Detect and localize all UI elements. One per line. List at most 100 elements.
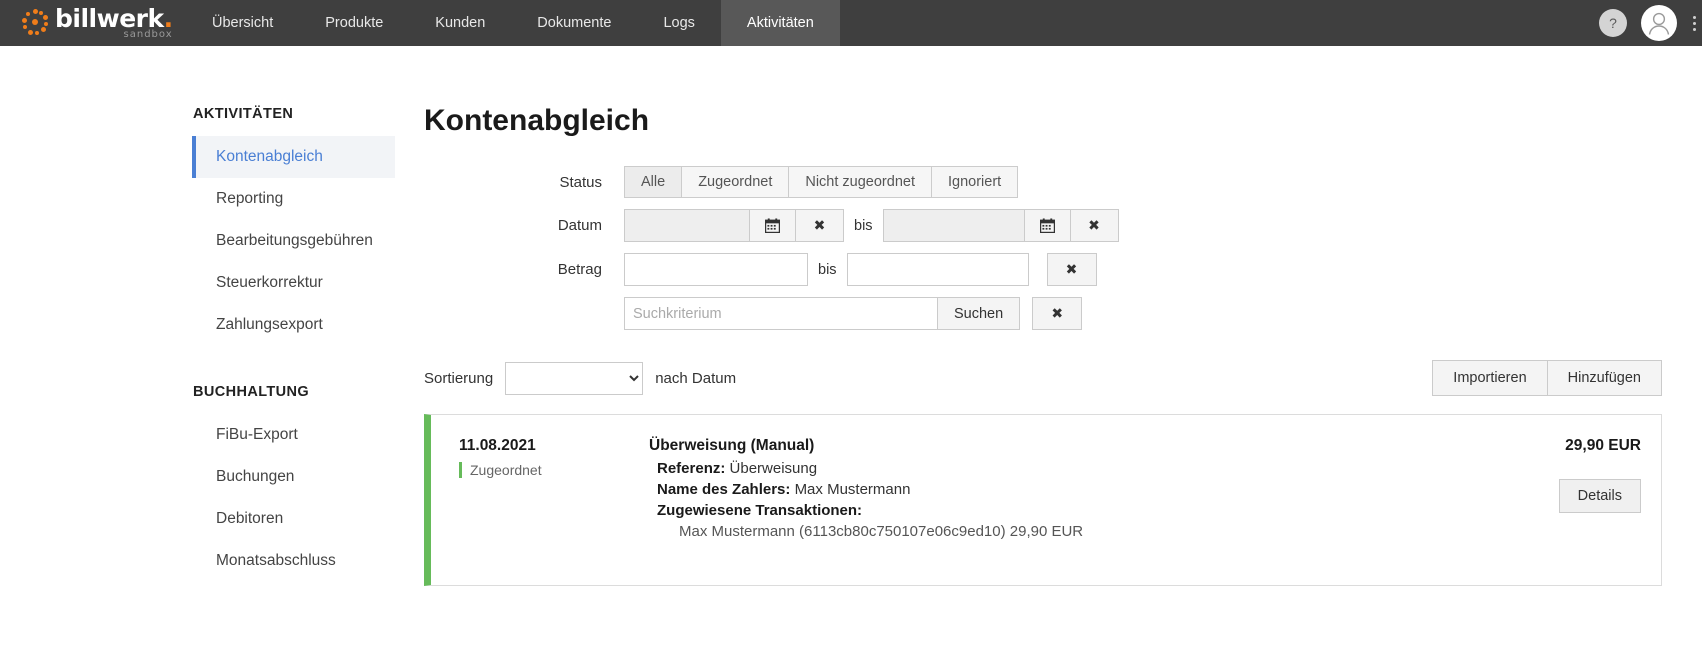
nav-item-uebersicht[interactable]: Übersicht: [186, 0, 299, 46]
filter-row-betrag: Betrag bis ✖: [424, 253, 1662, 286]
sidebar-item-label: FiBu-Export: [216, 426, 298, 443]
sort-select[interactable]: [505, 361, 644, 395]
sidebar-item-debitoren[interactable]: Debitoren: [192, 498, 395, 540]
nav-label: Übersicht: [212, 15, 274, 31]
transaction-amount-column: 29,90 EUR Details: [1461, 437, 1641, 559]
clear-glyph: ✖: [1051, 305, 1064, 321]
transaction-amount: 29,90 EUR: [1565, 437, 1641, 454]
sidebar-item-label: Monatsabschluss: [216, 552, 336, 569]
nav-item-logs[interactable]: Logs: [637, 0, 720, 46]
nav-item-dokumente[interactable]: Dokumente: [511, 0, 637, 46]
add-button[interactable]: Hinzufügen: [1547, 360, 1662, 396]
amount-between-label: bis: [818, 261, 837, 278]
sidebar-item-reporting[interactable]: Reporting: [192, 178, 395, 220]
top-navigation-bar: billwerk. sandbox Übersicht Produkte Kun…: [0, 0, 1702, 46]
sidebar: AKTIVITÄTEN Kontenabgleich Reporting Bea…: [0, 46, 424, 586]
sidebar-item-fibu-export[interactable]: FiBu-Export: [192, 414, 395, 456]
brand-logo[interactable]: billwerk. sandbox: [0, 0, 173, 46]
help-icon[interactable]: ?: [1599, 9, 1627, 37]
amount-filter-label: Betrag: [557, 261, 602, 278]
sidebar-item-steuerkorrektur[interactable]: Steuerkorrektur: [192, 262, 395, 304]
sidebar-item-label: Bearbeitungsgebühren: [216, 232, 373, 249]
billwerk-dots-icon: [22, 9, 50, 37]
transaction-payer: Name des Zahlers: Max Mustermann: [649, 481, 1461, 498]
sort-after-label: nach Datum: [655, 369, 737, 387]
sidebar-item-label: Buchungen: [216, 468, 295, 485]
transaction-heading: Überweisung (Manual): [649, 437, 815, 454]
date-from-input[interactable]: [624, 209, 750, 242]
nav-label: Dokumente: [537, 15, 612, 31]
sidebar-item-label: Debitoren: [216, 510, 284, 527]
clear-glyph: ✖: [813, 217, 826, 233]
avatar[interactable]: [1641, 5, 1677, 41]
search-input[interactable]: [624, 297, 938, 330]
sidebar-item-kontenabgleich[interactable]: Kontenabgleich: [192, 136, 395, 178]
status-option-ignoriert[interactable]: Ignoriert: [930, 166, 1019, 198]
amount-from-input[interactable]: [624, 253, 808, 286]
status-option-nicht-zugeordnet[interactable]: Nicht zugeordnet: [788, 166, 931, 198]
topbar-actions: ?: [1599, 0, 1702, 46]
clear-glyph: ✖: [1088, 217, 1100, 233]
filter-row-status: Status Alle Zugeordnet Nicht zugeordnet …: [424, 166, 1662, 198]
main-content: Kontenabgleich Status Alle Zugeordnet Ni…: [424, 46, 1702, 586]
date-to-calendar-icon[interactable]: [1024, 209, 1071, 242]
payer-value: Max Mustermann: [794, 481, 911, 498]
transaction-date-column: 11.08.2021 Zugeordnet: [459, 437, 649, 559]
nav-label: Kunden: [435, 15, 486, 31]
sort-row: Sortierung nach Datum Importieren Hinzuf…: [424, 360, 1662, 396]
user-icon: [1642, 6, 1676, 40]
overflow-menu-icon[interactable]: [1691, 15, 1696, 31]
status-badge: Zugeordnet: [459, 462, 542, 478]
amount-clear-icon[interactable]: ✖: [1046, 253, 1097, 286]
date-filter-label: Datum: [557, 217, 602, 234]
clear-glyph: ✖: [1065, 261, 1078, 277]
main-nav: Übersicht Produkte Kunden Dokumente Logs…: [186, 0, 840, 46]
payer-label: Name des Zahlers:: [657, 481, 791, 498]
transaction-reference: Referenz: Überweisung: [649, 460, 1461, 477]
sidebar-item-label: Zahlungsexport: [216, 316, 323, 333]
nav-item-aktivitaeten[interactable]: Aktivitäten: [720, 0, 840, 46]
sidebar-section-title-buchhaltung: BUCHHALTUNG: [193, 384, 310, 400]
date-from-calendar-icon[interactable]: [750, 209, 796, 242]
transaction-assigned: Zugewiesene Transaktionen:: [649, 502, 1461, 519]
sidebar-item-zahlungsexport[interactable]: Zahlungsexport: [192, 304, 395, 346]
page-body: AKTIVITÄTEN Kontenabgleich Reporting Bea…: [0, 46, 1702, 586]
date-to-input[interactable]: [882, 209, 1025, 242]
status-filter-group: Alle Zugeordnet Nicht zugeordnet Ignorie…: [624, 166, 1019, 198]
search-button[interactable]: Suchen: [938, 297, 1021, 330]
sort-label: Sortierung: [424, 369, 494, 387]
help-label: ?: [1609, 15, 1617, 31]
assigned-transaction-item: Max Mustermann (6113cb80c750107e06c9ed10…: [679, 523, 1084, 540]
nav-label: Aktivitäten: [746, 15, 814, 31]
transaction-date: 11.08.2021: [459, 437, 536, 454]
nav-item-kunden[interactable]: Kunden: [409, 0, 511, 46]
sidebar-item-bearbeitungsgebuehren[interactable]: Bearbeitungsgebühren: [192, 220, 395, 262]
date-between-label: bis: [854, 217, 873, 234]
status-filter-label: Status: [559, 173, 602, 191]
sidebar-item-label: Kontenabgleich: [216, 148, 323, 165]
transaction-card[interactable]: 11.08.2021 Zugeordnet Überweisung (Manua…: [424, 414, 1662, 586]
nav-item-produkte[interactable]: Produkte: [299, 0, 409, 46]
sidebar-item-buchungen[interactable]: Buchungen: [192, 456, 395, 498]
sidebar-section-title-aktivitaeten: AKTIVITÄTEN: [193, 106, 294, 122]
assigned-label: Zugewiesene Transaktionen:: [657, 502, 863, 519]
import-button[interactable]: Importieren: [1432, 360, 1548, 396]
sidebar-item-label: Steuerkorrektur: [216, 274, 323, 291]
status-option-alle[interactable]: Alle: [624, 166, 682, 198]
filter-row-datum: Datum ✖ bis ✖: [424, 209, 1662, 242]
sidebar-item-monatsabschluss[interactable]: Monatsabschluss: [192, 540, 395, 582]
status-option-zugeordnet[interactable]: Zugeordnet: [681, 166, 789, 198]
date-from-clear-icon[interactable]: ✖: [796, 209, 844, 242]
amount-to-input[interactable]: [846, 253, 1029, 286]
page-title: Kontenabgleich: [424, 104, 650, 137]
transaction-details-column: Überweisung (Manual) Referenz: Überweisu…: [649, 437, 1461, 559]
sidebar-item-label: Reporting: [216, 190, 284, 207]
filter-row-suche: Suchen ✖: [424, 297, 1662, 330]
search-clear-icon[interactable]: ✖: [1032, 297, 1083, 330]
sort-actions: Importieren Hinzufügen: [1432, 360, 1662, 396]
nav-label: Logs: [663, 15, 695, 31]
reference-label: Referenz:: [657, 460, 726, 477]
reference-value: Überweisung: [729, 460, 818, 477]
details-button[interactable]: Details: [1558, 479, 1641, 513]
date-to-clear-icon[interactable]: ✖: [1070, 209, 1119, 242]
